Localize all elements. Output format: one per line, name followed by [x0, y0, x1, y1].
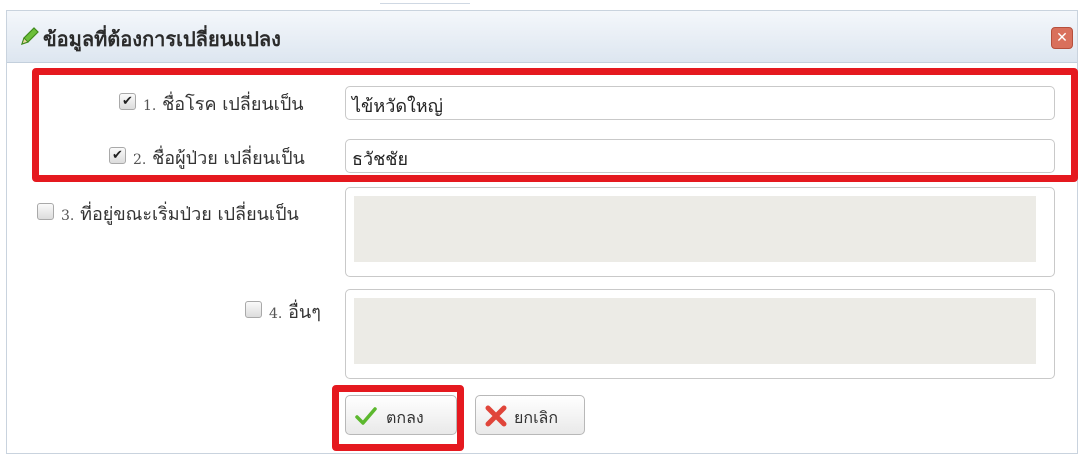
field-4-label-text: อื่นๆ — [288, 302, 321, 323]
field-3-number: 3. — [61, 208, 75, 224]
highlight-box-ok — [332, 385, 464, 451]
background-strip — [0, 0, 1082, 10]
pencil-icon — [21, 27, 39, 45]
field-3-label: 3. ที่อยู่ขณะเริ่มป่วย เปลี่ยนเป็น — [61, 199, 299, 228]
highlight-box-fields — [32, 68, 1078, 182]
other-textarea[interactable] — [345, 289, 1055, 379]
background-fragment — [380, 0, 470, 4]
field-4-number: 4. — [269, 306, 283, 322]
dialog-titlebar: ข้อมูลที่ต้องการเปลี่ยนแปลง ✕ — [7, 11, 1077, 63]
cancel-button[interactable]: ยกเลิก — [475, 395, 585, 435]
field-4-label: 4. อื่นๆ — [269, 297, 321, 326]
field-3-label-text: ที่อยู่ขณะเริ่มป่วย เปลี่ยนเป็น — [80, 204, 299, 225]
onset-address-textarea[interactable] — [345, 187, 1055, 277]
cancel-x-icon — [485, 405, 507, 427]
cancel-button-label: ยกเลิก — [514, 408, 559, 427]
dialog-title: ข้อมูลที่ต้องการเปลี่ยนแปลง — [43, 27, 281, 51]
close-button[interactable]: ✕ — [1051, 27, 1073, 49]
field-4-checkbox[interactable] — [245, 301, 262, 318]
close-icon: ✕ — [1056, 30, 1068, 46]
field-3-checkbox[interactable] — [37, 203, 54, 220]
